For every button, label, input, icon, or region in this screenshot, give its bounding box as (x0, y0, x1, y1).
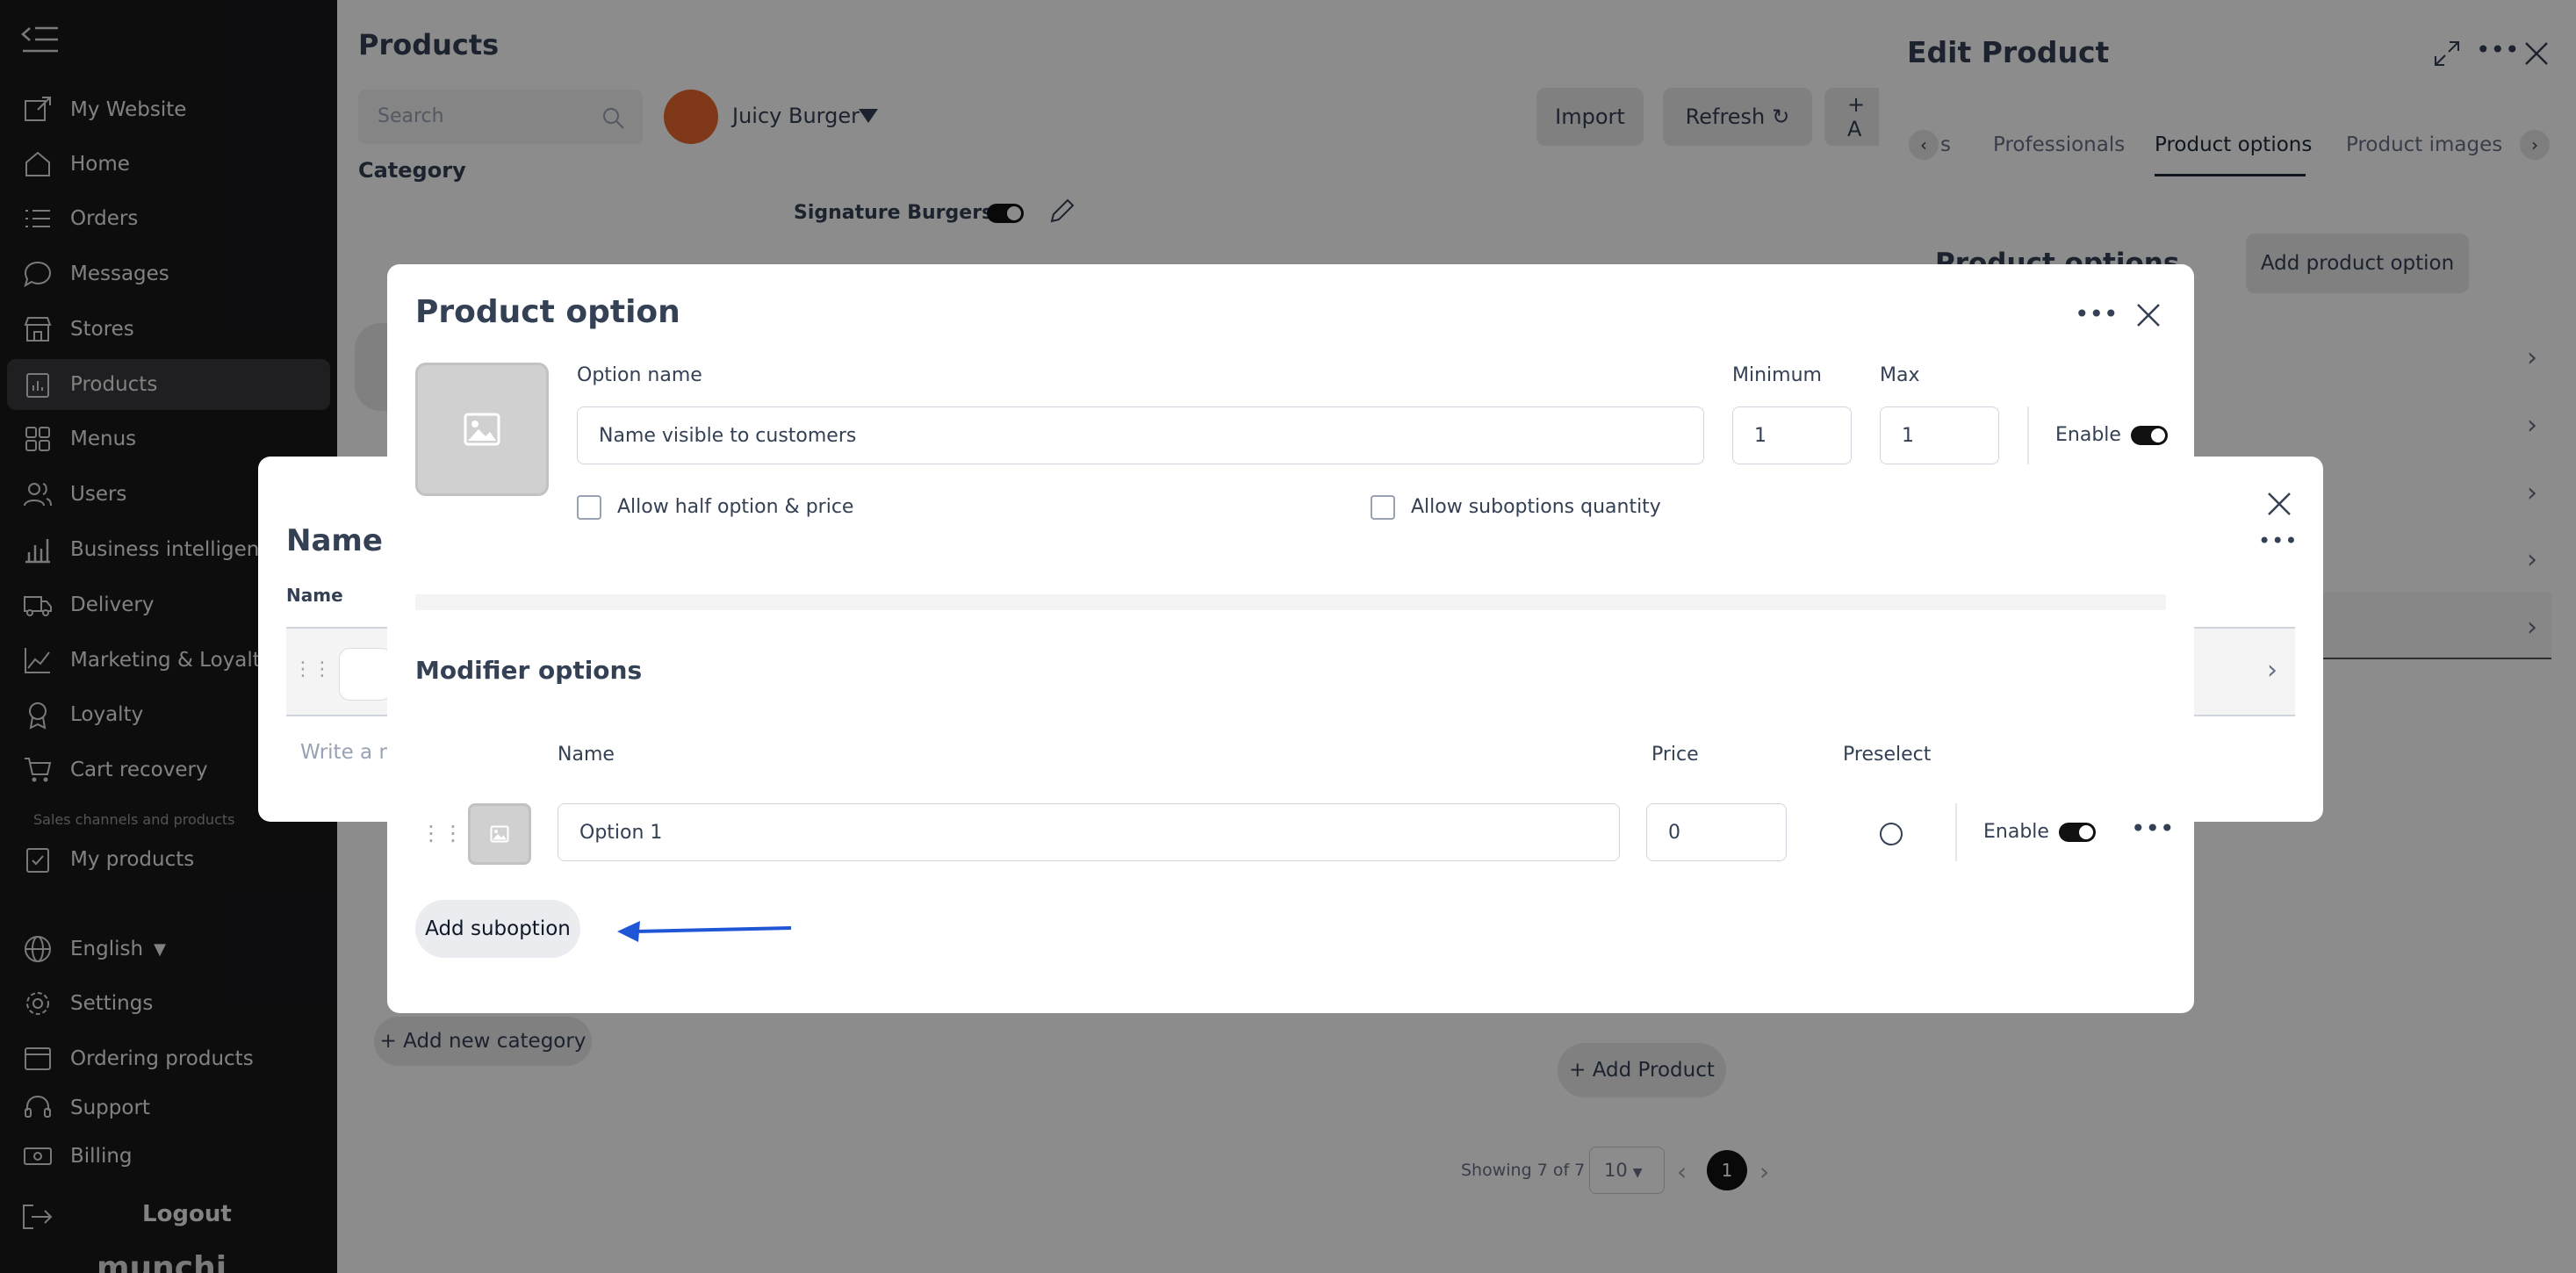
name-column-header: Name (286, 585, 343, 606)
section-divider (415, 594, 2166, 610)
suboption-name-input[interactable]: Option 1 (558, 803, 1620, 861)
more-icon[interactable]: ••• (2258, 529, 2298, 553)
suboption-image-upload[interactable] (468, 803, 531, 865)
allow-quantity-checkbox[interactable] (1371, 495, 1395, 520)
close-icon[interactable] (2265, 490, 2293, 518)
option-name-input[interactable]: Name visible to customers (577, 406, 1704, 464)
drag-handle-icon[interactable]: ⋮⋮ (421, 821, 464, 845)
arrow-annotation-icon (617, 921, 792, 942)
more-icon[interactable]: ••• (2075, 299, 2119, 328)
suboption-price-input[interactable]: 0 (1646, 803, 1787, 861)
name-column-header: Name (558, 744, 615, 766)
image-placeholder-icon (339, 648, 392, 701)
preselect-column-header: Preselect (1843, 744, 1932, 766)
chevron-right-icon: › (2267, 655, 2277, 686)
minimum-input[interactable]: 1 (1732, 406, 1852, 464)
preselect-radio[interactable] (1880, 823, 1903, 845)
max-input[interactable]: 1 (1880, 406, 1999, 464)
suboption-enable-toggle[interactable] (2059, 823, 2096, 842)
close-icon[interactable] (2134, 301, 2162, 329)
enable-toggle[interactable] (2131, 426, 2168, 445)
more-icon[interactable]: ••• (2131, 814, 2175, 843)
add-suboption-button[interactable]: Add suboption (415, 900, 580, 958)
option-name-label: Option name (577, 364, 702, 386)
suboption-enable-label: Enable (1983, 821, 2049, 843)
modifier-options-title: Modifier options (415, 656, 643, 685)
allow-quantity-label: Allow suboptions quantity (1411, 496, 1661, 518)
drag-handle-icon[interactable]: ⋮⋮ (293, 658, 332, 680)
max-label: Max (1880, 364, 1920, 386)
divider (1955, 803, 1957, 861)
image-placeholder-icon (490, 825, 509, 843)
modal-title: Product option (415, 294, 680, 330)
option-image-upload[interactable] (415, 363, 549, 496)
divider (2027, 406, 2029, 464)
product-option-modal: Product option ••• Option name Name visi… (387, 264, 2194, 1013)
minimum-label: Minimum (1732, 364, 1822, 386)
allow-half-label: Allow half option & price (617, 496, 854, 518)
image-placeholder-icon (464, 413, 500, 446)
price-column-header: Price (1651, 744, 1699, 766)
allow-half-checkbox[interactable] (577, 495, 601, 520)
enable-label: Enable (2055, 424, 2121, 446)
